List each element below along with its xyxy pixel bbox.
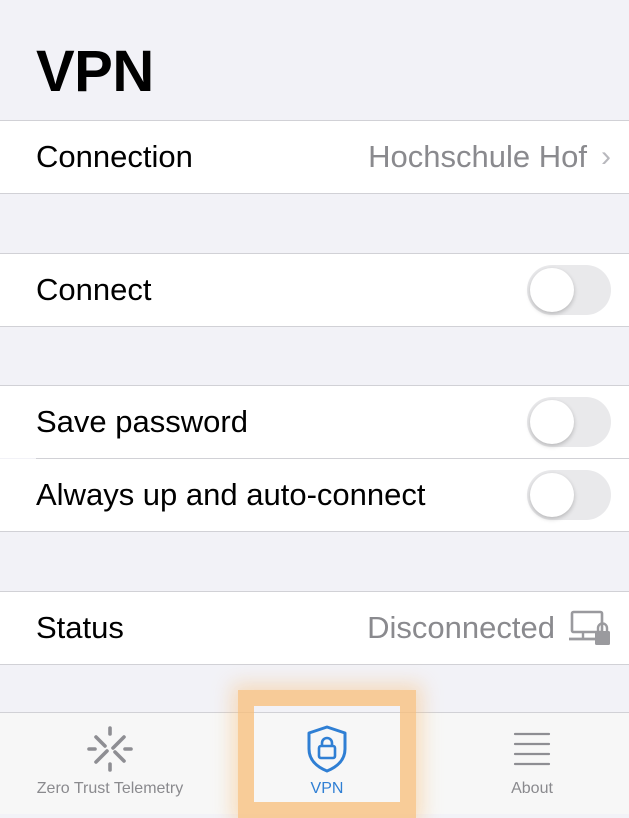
connection-row[interactable]: Connection Hochschule Hof › [0,121,629,193]
toggle-knob [530,400,574,444]
connect-toggle[interactable] [527,265,611,315]
chevron-right-icon: › [601,140,611,173]
telemetry-icon [87,726,133,772]
connect-row: Connect [0,254,629,326]
page-title: VPN [36,39,154,104]
save-password-toggle[interactable] [527,397,611,447]
always-up-toggle[interactable] [527,470,611,520]
status-row: Status Disconnected [0,592,629,664]
divider [0,531,629,532]
list-icon [513,732,551,766]
save-password-label: Save password [36,404,248,439]
connection-value: Hochschule Hof [368,139,587,174]
divider [0,664,629,665]
tab-highlight-overlay [238,690,416,818]
always-up-label: Always up and auto-connect [36,477,426,512]
status-label: Status [36,610,124,645]
toggle-knob [530,268,574,312]
tab-zero-trust-telemetry[interactable]: Zero Trust Telemetry [10,712,210,814]
status-value: Disconnected [367,610,555,645]
always-up-row: Always up and auto-connect [0,459,629,531]
tab-label: About [511,780,553,797]
connect-label: Connect [36,272,152,307]
connection-label: Connection [36,139,193,174]
divider [0,193,629,194]
tab-label: Zero Trust Telemetry [36,780,184,797]
computer-lock-icon [569,610,610,645]
toggle-knob [530,473,574,517]
tab-about[interactable]: About [452,712,612,814]
divider [0,326,629,327]
save-password-row: Save password [0,386,629,458]
